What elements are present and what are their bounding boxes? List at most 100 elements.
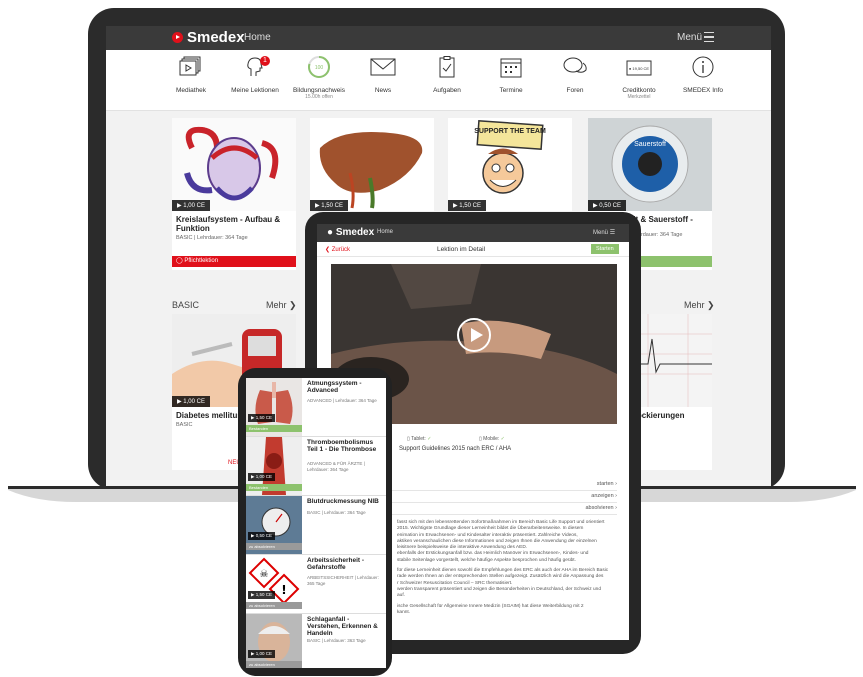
nav-label: Foren [566,87,584,94]
ce-badge: ▶ 1,50 CE [248,414,275,422]
menu-label[interactable]: Menü [677,32,702,43]
lesson-meta: ADVANCED | Lehrdauer: 364 Tage [307,398,377,403]
course-card[interactable]: ▶ 1,00 CE Kreislaufsystem - Aufbau & Fun… [172,118,296,270]
lesson-list-item[interactable]: ▶ 1,50 CE Bestanden Atmungssystem - Adva… [246,378,386,437]
nav-label: Meine Lektionen [231,87,279,94]
calendar-icon [500,58,522,78]
progress-ring-icon: 100 [308,56,330,78]
row-label: starten [596,481,614,487]
course-title: Kreislaufsystem - Aufbau & Funktion [176,215,281,233]
credit-card-icon: ● 19,50 CE [626,60,652,76]
chevron-right-icon: › [615,505,617,511]
nav-label: Mediathek [176,87,206,94]
nav-bildungsnachweis[interactable]: 100 Bildungsnachweis 15.00h offen [284,56,354,100]
hamburger-icon[interactable] [704,32,714,42]
text-line: rade werden Ihnen an der entsprechenden … [397,574,604,580]
nav-label: Creditkonto [622,87,656,94]
lesson-title: Schlaganfall - Verstehen, Erkennen & Han… [307,616,378,637]
nav-home-link[interactable]: Home [244,32,271,43]
more-label: Mehr [266,300,287,310]
brand-logo[interactable]: Smedex [172,29,245,46]
lesson-list-item[interactable]: ☠! ▶ 1,50 CE zu absolvieren Arbeitssiche… [246,555,386,614]
ce-badge: ▶ 0,50 CE [588,200,626,211]
row-label: absolvieren [585,505,614,511]
lesson-list-item[interactable]: ▶ 1,00 CE Bestanden Thromboembolismus Te… [246,437,386,496]
clipboard-check-icon [439,56,455,78]
lesson-list-item[interactable]: ▶ 1,00 CE zu absolvieren Schlaganfall - … [246,614,386,668]
back-link[interactable]: ❮ Zurück [325,246,350,253]
support-cartoon-icon: SUPPORT THE TEAM [448,118,572,211]
text-line: werden transparent präsentiert und zeige… [397,586,601,592]
heart-diagram-icon [172,118,296,211]
ce-badge: ▶ 1,50 CE [310,200,348,211]
nav-sublabel: Merkzettel [627,94,651,100]
course-thumbnail: ▶ 1,50 CE [310,118,434,211]
lesson-meta: ARBEITSSICHERHEIT | Lehrdauer: 365 Tage [307,575,379,586]
support-sign-text: SUPPORT THE TEAM [474,128,546,135]
chevron-right-icon: › [615,493,617,499]
device-mobile: ▯ Mobile: ✓ [479,436,505,442]
lesson-meta: BASIC | Lehrdauer: 364 Tage [307,510,366,515]
lesson-title: Thromboembolismus Teil 1 - Die Thrombose [307,439,377,453]
oxygen-label: Sauerstoff [634,141,666,148]
brand-logo[interactable]: ● Smedex [327,227,374,238]
nav-termine[interactable]: Termine [476,56,546,94]
nav-news[interactable]: News [348,56,418,94]
lesson-title: Atmungssystem - Advanced [307,380,362,394]
nav-label: Aufgaben [433,87,461,94]
chevron-left-icon: ❮ [325,247,331,253]
lesson-title: Blutdruckmessung NIB [307,498,379,505]
nav-foren[interactable]: Foren [540,56,610,94]
nav-label: Bildungsnachweis [292,87,346,94]
ce-badge: ▶ 1,50 CE [248,591,275,599]
phone-screen: ▶ 1,50 CE Bestanden Atmungssystem - Adva… [246,378,386,668]
course-thumbnail: SUPPORT THE TEAM ▶ 1,50 CE [448,118,572,211]
nav-label: Termine [499,87,523,94]
media-library-icon [179,56,201,76]
lesson-thumbnail: ▶ 1,50 CE Bestanden [246,378,302,436]
play-button-icon[interactable] [457,318,491,352]
device-tablet: ▯ Tablet: ✓ [407,436,431,442]
ce-badge: ▶ 1,00 CE [248,473,275,481]
brand-name: Smedex [187,29,245,46]
ce-badge: ▶ 1,00 CE [248,650,275,658]
course-card[interactable]: ▶ 1,50 CE [310,118,434,211]
lesson-thumbnail: ▶ 1,00 CE zu absolvieren [246,614,302,668]
nav-creditkonto[interactable]: ● 19,50 CE Creditkonto Merkzettel [604,56,674,100]
divider [317,256,629,257]
row-label: anzeigen [591,493,614,499]
menu-label[interactable]: Menü ☰ [593,229,615,236]
credit-card-text: ● 19,50 CE [629,66,650,71]
device-label: Tablet: [411,436,426,442]
more-link[interactable]: Mehr ❯ [266,300,297,311]
nav-aufgaben[interactable]: Aufgaben [412,56,482,94]
chevron-right-icon: ❯ [289,300,297,310]
chevron-right-icon: › [615,481,617,487]
nav-meine-lektionen[interactable]: 1 Meine Lektionen [220,56,290,94]
hamburger-icon: ☰ [609,230,616,236]
start-button[interactable]: Starten [591,244,619,254]
status-bar: zu absolvieren [246,602,302,609]
lesson-meta: BASIC | Lehrdauer: 363 Tage [307,638,366,643]
brand-name: Smedex [335,227,375,238]
svg-text:!: ! [281,583,286,597]
module-iconbar: Mediathek 1 Meine Lektionen 100 Bildungs… [106,50,771,111]
nav-home-link[interactable]: Home [377,229,393,235]
lesson-list-item[interactable]: ▶ 0,50 CE zu absolvieren Blutdruckmessun… [246,496,386,555]
lesson-subtitle: Support Guidelines 2015 nach ERC / AHA [399,446,512,452]
ce-badge: ▶ 0,50 CE [248,532,275,540]
nav-smedex-info[interactable]: SMEDEX Info [668,56,738,94]
chat-bubbles-icon [563,57,587,73]
nav-mediathek[interactable]: Mediathek [156,56,226,94]
ce-badge: ▶ 1,00 CE [172,396,210,407]
nav-label: SMEDEX Info [682,87,724,94]
course-thumbnail: Sauerstoff ▶ 0,50 CE [588,118,712,211]
course-thumbnail: ▶ 1,00 CE [172,118,296,211]
lesson-thumbnail: ▶ 1,00 CE Bestanden [246,437,302,495]
course-card[interactable]: SUPPORT THE TEAM ▶ 1,50 CE [448,118,572,211]
tablet-navbar: ● Smedex Home Menü ☰ [317,224,629,242]
status-bar: Bestanden [246,425,302,432]
check-icon: ✓ [427,436,432,442]
more-link[interactable]: Mehr ❯ [684,300,715,311]
ce-badge: ▶ 1,00 CE [172,200,210,211]
